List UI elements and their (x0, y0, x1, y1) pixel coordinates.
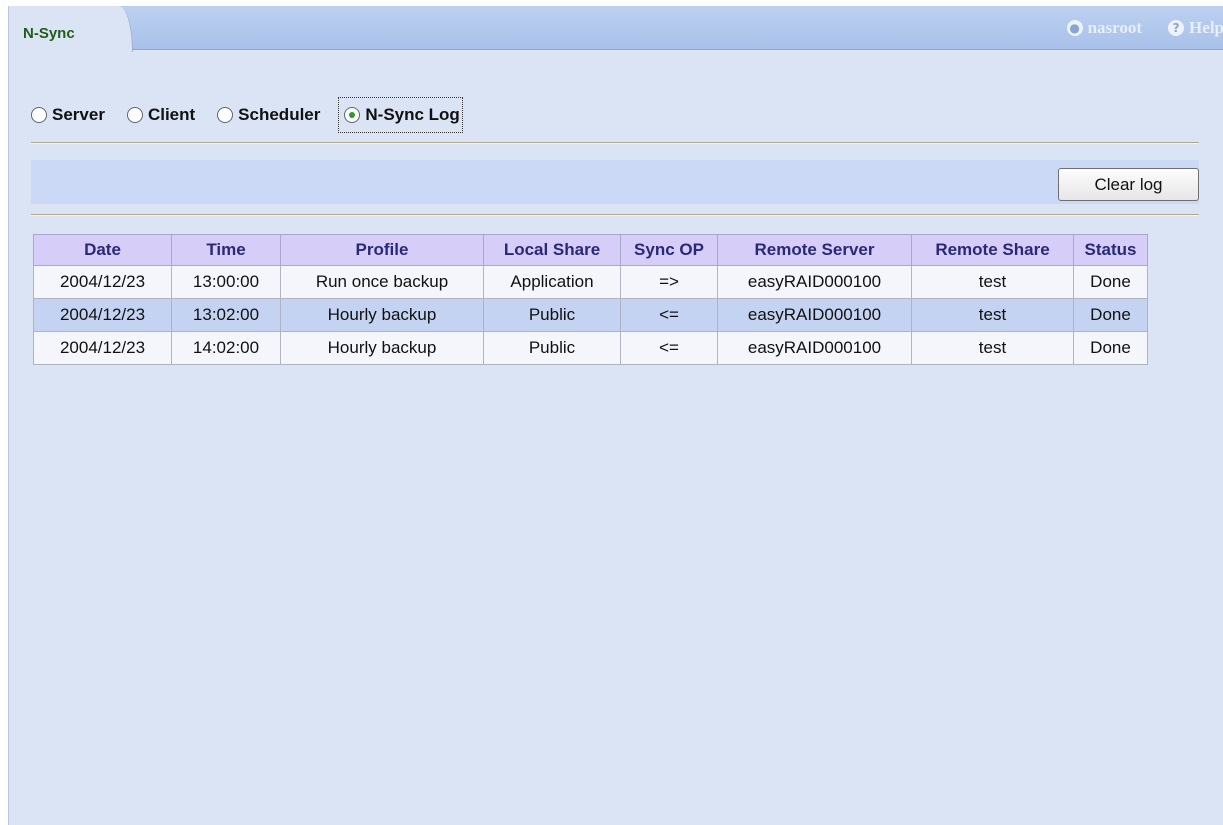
col-profile-header: Profile (280, 234, 484, 266)
col-status-header: Status (1073, 234, 1148, 266)
col-sync-op-header: Sync OP (620, 234, 718, 266)
radio-label: Client (147, 105, 196, 124)
col-remote-server-header: Remote Server (717, 234, 912, 266)
cell-remote-server: easyRAID000100 (717, 298, 912, 332)
cell-local-share: Public (483, 298, 621, 332)
cell-profile: Hourly backup (280, 298, 484, 332)
radio-nsync-log[interactable]: N-Sync Log (338, 97, 463, 133)
cell-status: Done (1073, 298, 1148, 332)
col-time-header: Time (171, 234, 281, 266)
table-row: 2004/12/23 13:00:00 Run once backup Appl… (33, 265, 1148, 299)
clear-log-button[interactable]: Clear log (1058, 168, 1199, 201)
user-link[interactable]: ● nasroot (1066, 18, 1143, 38)
cell-remote-share: test (911, 265, 1074, 299)
user-label: nasroot (1087, 18, 1143, 37)
table-row: 2004/12/23 13:02:00 Hourly backup Public… (33, 298, 1148, 332)
cell-date: 2004/12/23 (33, 298, 172, 332)
cell-remote-server: easyRAID000100 (717, 331, 912, 365)
radio-button[interactable] (126, 107, 143, 123)
divider (31, 142, 1199, 144)
cell-status: Done (1073, 331, 1148, 365)
tab-nsync-label: N-Sync (23, 25, 75, 42)
divider (31, 214, 1199, 216)
cell-remote-share: test (911, 298, 1074, 332)
cell-remote-server: easyRAID000100 (717, 265, 912, 299)
col-remote-share-header: Remote Share (911, 234, 1074, 266)
radio-label: Server (52, 105, 105, 124)
top-tab-bar: N-Sync ● nasroot ? Help (9, 6, 1223, 52)
cell-sync-op: <= (620, 298, 718, 332)
cell-sync-op: <= (620, 331, 718, 365)
header-links: ● nasroot ? Help (1041, 17, 1223, 39)
radio-button[interactable] (217, 107, 234, 123)
cell-profile: Run once backup (280, 265, 484, 299)
radio-button-selected[interactable] (344, 107, 361, 123)
radio-button[interactable] (31, 107, 47, 123)
cell-sync-op: => (620, 265, 718, 299)
cell-date: 2004/12/23 (33, 265, 172, 299)
cell-time: 13:00:00 (171, 265, 281, 299)
sync-log-table: Date Time Profile Local Share Sync OP Re… (33, 234, 1148, 365)
help-link[interactable]: ? Help (1168, 18, 1223, 38)
table-row: 2004/12/23 14:02:00 Hourly backup Public… (33, 331, 1148, 365)
mode-radio-group: Server Client Scheduler N-Sync Log (31, 97, 485, 133)
tab-nsync[interactable]: N-Sync (9, 6, 133, 52)
cell-local-share: Application (483, 265, 621, 299)
col-local-share-header: Local Share (483, 234, 621, 266)
log-toolbar: Clear log (31, 160, 1199, 204)
nsync-panel: N-Sync ● nasroot ? Help Server Client Sc… (8, 6, 1223, 825)
help-icon: ? (1168, 20, 1185, 36)
cell-remote-share: test (911, 331, 1074, 365)
cell-status: Done (1073, 265, 1148, 299)
radio-label: Scheduler (238, 105, 321, 124)
cell-time: 14:02:00 (171, 331, 281, 365)
table-header-row: Date Time Profile Local Share Sync OP Re… (33, 234, 1148, 266)
user-icon: ● (1066, 20, 1083, 36)
radio-scheduler[interactable]: Scheduler (217, 97, 320, 133)
radio-server[interactable]: Server (31, 97, 105, 133)
radio-client[interactable]: Client (126, 97, 196, 133)
cell-time: 13:02:00 (171, 298, 281, 332)
radio-label: N-Sync Log (365, 105, 460, 124)
cell-profile: Hourly backup (280, 331, 484, 365)
help-label: Help (1189, 18, 1223, 37)
col-date-header: Date (33, 234, 172, 266)
cell-date: 2004/12/23 (33, 331, 172, 365)
cell-local-share: Public (483, 331, 621, 365)
